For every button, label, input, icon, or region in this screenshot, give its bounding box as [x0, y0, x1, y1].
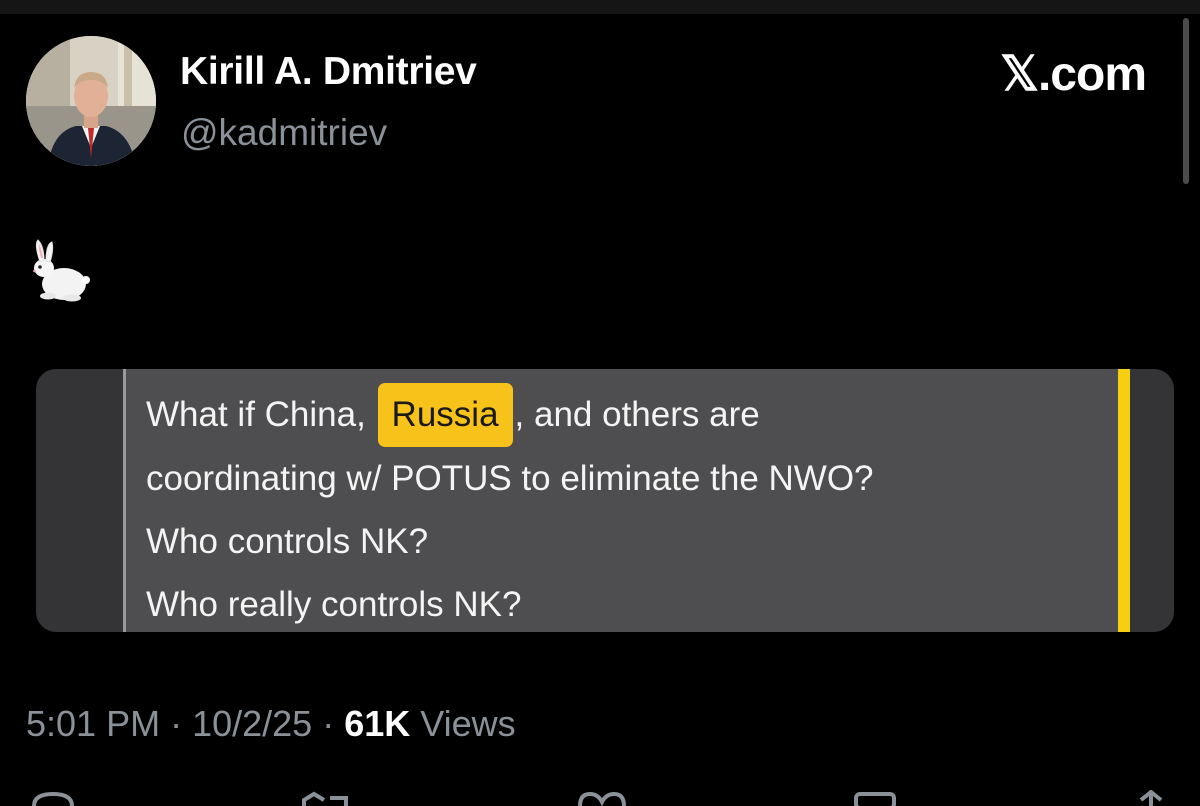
quote-line-3: Who controls NK? [146, 522, 429, 561]
like-icon[interactable] [576, 790, 628, 806]
author-name[interactable]: Kirill A. Dmitriev [180, 50, 477, 94]
avatar-photo-icon [26, 36, 156, 166]
share-icon[interactable] [1128, 790, 1174, 806]
action-bar [0, 790, 1200, 806]
meta-separator: · [322, 703, 345, 744]
scrollbar[interactable] [1183, 18, 1189, 184]
repost-icon[interactable] [300, 790, 352, 806]
highlight-bar [1118, 369, 1130, 632]
quote-line-1: What if China, Russia, and others are [146, 383, 1106, 447]
quote-line-2: coordinating w/ POTUS to eliminate the N… [146, 459, 874, 498]
author-avatar[interactable] [26, 36, 156, 166]
quote-line-4: Who really controls NK? [146, 585, 522, 624]
quote-line-1-start: What if China, [146, 395, 376, 434]
author-handle[interactable]: @kadmitriev [181, 112, 387, 154]
bookmark-icon[interactable] [852, 790, 898, 806]
embedded-image-card[interactable]: What if China, Russia, and others are co… [36, 369, 1174, 632]
post-meta: 5:01 PM · 10/2/25 · 61K Views [26, 703, 516, 745]
quote-text: What if China, Russia, and others are co… [146, 383, 1106, 632]
rabbit-icon [26, 238, 90, 304]
views-label: Views [420, 703, 516, 744]
post-date[interactable]: 10/2/25 [192, 703, 312, 744]
meta-separator: · [170, 703, 193, 744]
top-status-strip [0, 0, 1200, 14]
quote-line-1-end: , and others are [514, 395, 760, 434]
post-time[interactable]: 5:01 PM [26, 703, 160, 744]
reply-icon[interactable] [30, 790, 76, 806]
site-logo: 𝕏.com [1000, 48, 1147, 101]
highlighted-word: Russia [377, 383, 513, 447]
views-count[interactable]: 61K [344, 703, 410, 744]
